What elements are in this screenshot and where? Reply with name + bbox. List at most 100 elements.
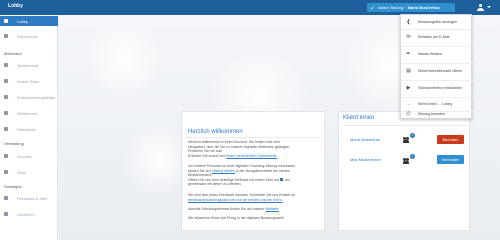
sidebar-item-close[interactable]: Schließen xyxy=(0,209,58,219)
folder-icon: ▤ xyxy=(406,68,411,74)
welcome-text: klicken Sie auf xyxy=(188,168,211,173)
menu-item-label: Einladungslink anzeigen xyxy=(418,20,457,24)
sidebar-section-misc: Sonstiges xyxy=(4,184,22,189)
welcome-divider xyxy=(185,137,321,138)
sidebar-item-feedback[interactable]: Feedback & Hilfe xyxy=(0,193,58,203)
sidebar-item-problemloesungsfelder[interactable]: Problemlösungsfelder xyxy=(0,92,58,102)
sidebar-section-admin: Verwaltung xyxy=(4,141,24,146)
menu-item-video-conference[interactable]: ▶ Videokonferenz einschalten xyxy=(401,83,473,94)
welcome-text: in der Navigationsleiste am oberen xyxy=(235,168,290,173)
clients-divider xyxy=(341,125,467,126)
share-icon: ❰ xyxy=(406,19,411,25)
menu-item-rename[interactable]: ✒ Namen ändern xyxy=(401,49,473,60)
sidebar-item-label: Schließen xyxy=(17,212,35,217)
system-board-link[interactable]: ersten persönlichen Systembrett. xyxy=(226,154,277,158)
menu-item-label: Videokonferenz einschalten xyxy=(418,86,463,90)
notepad-icon xyxy=(4,127,8,131)
welcome-paragraph-5: Wir wünschen Ihnen viel Erfolg in der di… xyxy=(188,216,318,221)
welcome-paragraph-2: Um weitere Personen zu Ihrer digitalen C… xyxy=(188,164,318,187)
participant-count-badge: 1 xyxy=(410,133,415,138)
sidebar-item-systembrett[interactable]: Systembrett xyxy=(0,60,58,70)
welcome-text: , um xyxy=(282,177,290,182)
sidebar-item-shop[interactable]: Shop xyxy=(0,167,58,177)
menu-item-label: Sitzung beenden xyxy=(418,112,445,116)
welcome-paragraph-4: Aktuelle Schulungstermine finden Sie auf… xyxy=(188,207,318,212)
sidebar-item-notizblock[interactable]: Notizblock xyxy=(0,124,58,134)
user-menu-button[interactable] xyxy=(476,3,492,12)
client-name-link[interactable]: Maria Musterfrau xyxy=(350,137,380,142)
top-navbar: Lobby Aktive Sitzung : Maria Musterfrau xyxy=(0,0,500,15)
logout-icon xyxy=(4,212,8,216)
client-name-link[interactable]: Max Mustermann xyxy=(350,157,381,162)
user-icon-body xyxy=(477,8,484,11)
sidebar-item-label: Systembrett xyxy=(17,63,39,68)
sidebar: Lobby Klient:innen Methoden Systembrett … xyxy=(0,15,58,240)
start-session-link[interactable]: Sitzung starten xyxy=(212,169,235,173)
clients-card xyxy=(338,111,470,231)
participants-icon xyxy=(403,158,411,164)
puzzle-icon xyxy=(4,95,8,99)
menu-item-label: Einladen per E-Mail xyxy=(418,35,450,39)
sidebar-item-label: Problemlösungsfelder xyxy=(17,95,56,100)
users-icon xyxy=(4,34,8,38)
menu-item-label: Namen ändern xyxy=(418,52,442,56)
welcome-line: Erstellen Sie zuerst Ihre ersten persönl… xyxy=(188,154,318,159)
sidebar-item-lobby[interactable]: Lobby xyxy=(0,16,58,26)
grid-icon xyxy=(4,63,8,67)
active-session-button[interactable]: Aktive Sitzung : Maria Musterfrau xyxy=(367,3,455,12)
brand-title: Lobby xyxy=(8,3,23,9)
check-icon xyxy=(369,4,375,10)
welcome-text: Erstellen Sie zuerst Ihre xyxy=(188,153,226,158)
session-client-name: Maria Musterfrau xyxy=(407,5,440,10)
sidebar-item-label: Innere Team xyxy=(17,79,40,84)
menu-item-label: Klient:innen → Lobby xyxy=(418,102,453,106)
cart-icon xyxy=(4,170,8,174)
participant-count-badge: 1 xyxy=(410,154,415,159)
caret-down-icon xyxy=(487,6,491,8)
website-link[interactable]: Website. xyxy=(266,207,280,211)
sidebar-item-label: Feedback & Hilfe xyxy=(17,196,48,201)
feedback-email-link[interactable]: feedback@coachingspace.net und wir melde… xyxy=(188,198,318,203)
menu-item-invite-email[interactable]: ✉ Einladen per E-Mail xyxy=(401,32,473,43)
sidebar-item-label: Klient:innen xyxy=(17,34,38,39)
welcome-line: gemeinsam mit dieser zu arbeiten. xyxy=(188,182,242,187)
menu-item-show-invite-link[interactable]: ❰ Einladungslink anzeigen xyxy=(401,17,473,28)
connect-button[interactable]: Verbinden xyxy=(437,155,464,164)
video-icon: ▶ xyxy=(406,85,411,91)
sidebar-item-label: Whiteboard xyxy=(17,111,38,116)
participants-icon xyxy=(403,137,411,143)
welcome-text: Öffnen Sie nun eine beliebige Methode mi… xyxy=(188,177,279,182)
sidebar-item-label: Account xyxy=(17,154,32,159)
sidebar-item-account[interactable]: Account xyxy=(0,151,58,161)
sidebar-item-label: Lobby xyxy=(17,19,28,24)
signature-icon: ✒ xyxy=(406,51,411,57)
menu-item-open-clients[interactable]: ▤ Klient:innenübersicht öffnen xyxy=(401,66,473,77)
sidebar-section-methods: Methoden xyxy=(4,51,22,56)
power-icon: ⏻ xyxy=(406,111,411,117)
session-label: Aktive Sitzung : xyxy=(378,5,406,10)
welcome-line: Wir wünschen Ihnen viel Erfolg in der di… xyxy=(188,216,284,220)
account-icon xyxy=(4,154,8,158)
sidebar-item-whiteboard[interactable]: Whiteboard xyxy=(0,108,58,118)
whiteboard-icon xyxy=(4,111,8,115)
welcome-paragraph-1: Herzlich willkommen in Ihrem Account. Si… xyxy=(188,140,318,158)
eye-icon xyxy=(4,79,8,83)
menu-item-end-session[interactable]: ⏻ Sitzung beenden xyxy=(401,109,473,120)
session-dropdown-menu: ❰ Einladungslink anzeigen ✉ Einladen per… xyxy=(400,14,473,120)
home-icon xyxy=(4,19,8,23)
welcome-title: Herzlich willkommen xyxy=(188,129,243,135)
sidebar-item-label: Shop xyxy=(17,170,27,175)
arrow-right-icon: → xyxy=(406,101,411,107)
feedback-icon xyxy=(4,196,8,200)
clients-title: Klient:innen xyxy=(343,115,375,121)
sidebar-item-label: Notizblock xyxy=(17,127,36,132)
envelope-icon: ✉ xyxy=(406,34,411,40)
welcome-paragraph-3: Wir sind über jedes Feedback dankbar. Sc… xyxy=(188,193,318,202)
sidebar-item-innere-team[interactable]: Innere Team xyxy=(0,76,58,86)
welcome-line: Aktuelle Schulungstermine finden Sie auf… xyxy=(188,207,318,212)
welcome-text: Aktuelle Schulungstermine finden Sie auf… xyxy=(188,207,265,211)
end-session-button[interactable]: Beenden xyxy=(437,135,464,144)
sidebar-item-clients[interactable]: Klient:innen xyxy=(0,31,58,41)
user-icon xyxy=(479,4,482,7)
menu-item-label: Klient:innenübersicht öffnen xyxy=(418,69,463,73)
